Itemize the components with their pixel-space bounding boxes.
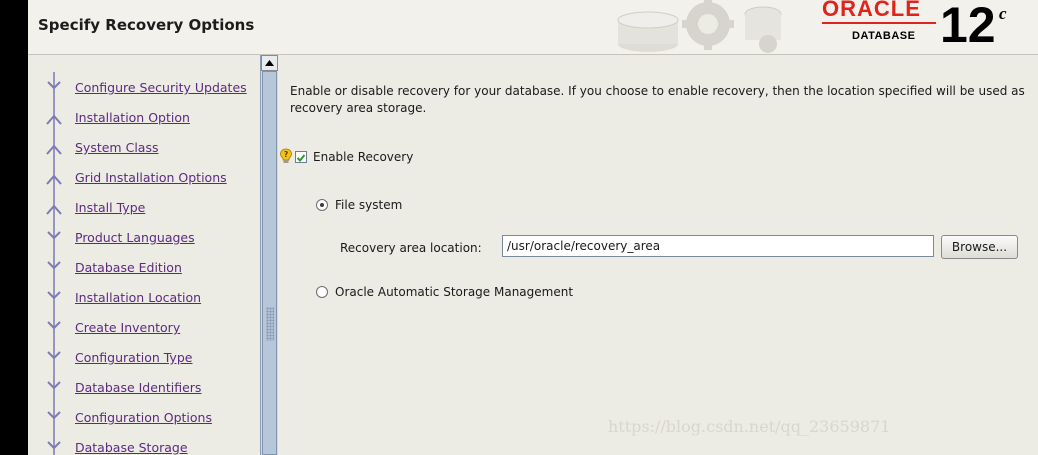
step-branch-icon	[46, 162, 62, 192]
nav-item-database-storage[interactable]: Database Storage	[28, 432, 260, 455]
nav-item-label[interactable]: Configuration Type	[75, 350, 192, 365]
nav-scrollbar[interactable]	[260, 55, 278, 455]
recovery-location-label: Recovery area location:	[340, 241, 482, 255]
step-done-icon	[47, 72, 61, 102]
nav-item-label[interactable]: Create Inventory	[75, 320, 180, 335]
nav-item-label[interactable]: Grid Installation Options	[75, 170, 227, 185]
gears-graphic-icon	[617, 0, 782, 53]
step-done-icon	[47, 372, 61, 402]
oracle-wordmark: ORACLE	[822, 0, 921, 21]
recovery-location-input[interactable]	[502, 235, 934, 257]
asm-radio[interactable]	[316, 286, 328, 298]
oracle-database-logo: ORACLE DATABASE 12 c	[798, 0, 1038, 54]
nav-item-configure-security-updates[interactable]: Configure Security Updates	[28, 72, 260, 102]
enable-recovery-label[interactable]: Enable Recovery	[313, 150, 413, 164]
nav-item-label[interactable]: Database Identifiers	[75, 380, 201, 395]
scroll-thumb[interactable]	[262, 71, 277, 455]
nav-item-installation-location[interactable]: Installation Location	[28, 282, 260, 312]
version-number: 12	[940, 0, 996, 53]
help-hint-icon[interactable]: ?	[279, 148, 293, 164]
nav-item-label[interactable]: System Class	[75, 140, 158, 155]
nav-item-configuration-type[interactable]: Configuration Type	[28, 342, 260, 372]
nav-item-database-identifiers[interactable]: Database Identifiers	[28, 372, 260, 402]
content-panel: Enable or disable recovery for your data…	[278, 55, 1038, 455]
nav-item-label[interactable]: Product Languages	[75, 230, 195, 245]
radio-selected-dot	[320, 203, 324, 207]
step-done-icon	[47, 312, 61, 342]
step-done-icon	[47, 282, 61, 312]
step-done-icon	[47, 252, 61, 282]
database-wordmark: DATABASE	[852, 30, 916, 42]
nav-item-label[interactable]: Installation Option	[75, 110, 190, 125]
version-suffix: c	[999, 4, 1007, 23]
description-text: Enable or disable recovery for your data…	[290, 84, 1025, 115]
arrow-up-icon	[265, 60, 274, 66]
step-branch-icon	[46, 132, 62, 162]
browse-button[interactable]: Browse...	[941, 235, 1018, 259]
step-done-icon	[47, 432, 61, 455]
nav-item-grid-installation-options[interactable]: Grid Installation Options	[28, 162, 260, 192]
nav-item-installation-option[interactable]: Installation Option	[28, 102, 260, 132]
step-navigation: Configure Security Updates Installation …	[28, 55, 260, 455]
watermark-text: https://blog.csdn.net/qq_23659871	[608, 417, 891, 436]
nav-item-install-type[interactable]: Install Type	[28, 192, 260, 222]
step-done-icon	[47, 402, 61, 432]
nav-item-label[interactable]: Database Edition	[75, 260, 182, 275]
enable-recovery-checkbox[interactable]	[295, 151, 307, 163]
step-done-icon	[47, 342, 61, 372]
nav-item-label[interactable]: Database Storage	[75, 440, 188, 455]
asm-label[interactable]: Oracle Automatic Storage Management	[335, 285, 573, 299]
step-done-icon	[47, 222, 61, 252]
nav-item-label[interactable]: Configure Security Updates	[75, 80, 247, 95]
nav-item-configuration-options[interactable]: Configuration Options	[28, 402, 260, 432]
step-branch-icon	[46, 102, 62, 132]
nav-item-system-class[interactable]: System Class	[28, 132, 260, 162]
logo-underline	[822, 22, 936, 24]
svg-text:?: ?	[284, 150, 288, 159]
checkmark-icon	[296, 154, 306, 162]
page-title: Specify Recovery Options	[38, 16, 255, 34]
nav-item-create-inventory[interactable]: Create Inventory	[28, 312, 260, 342]
nav-item-label[interactable]: Configuration Options	[75, 410, 212, 425]
scroll-up-button[interactable]	[261, 55, 278, 71]
step-branch-icon	[46, 192, 62, 222]
nav-item-database-edition[interactable]: Database Edition	[28, 252, 260, 282]
scroll-grip-icon	[266, 307, 274, 341]
nav-item-label[interactable]: Installation Location	[75, 290, 201, 305]
window-left-edge	[0, 0, 28, 455]
header-bar: Specify Recovery Options ORACLE DATABASE…	[28, 0, 1038, 55]
nav-item-label[interactable]: Install Type	[75, 200, 145, 215]
file-system-label[interactable]: File system	[335, 198, 402, 212]
nav-item-product-languages[interactable]: Product Languages	[28, 222, 260, 252]
file-system-radio[interactable]	[316, 199, 328, 211]
